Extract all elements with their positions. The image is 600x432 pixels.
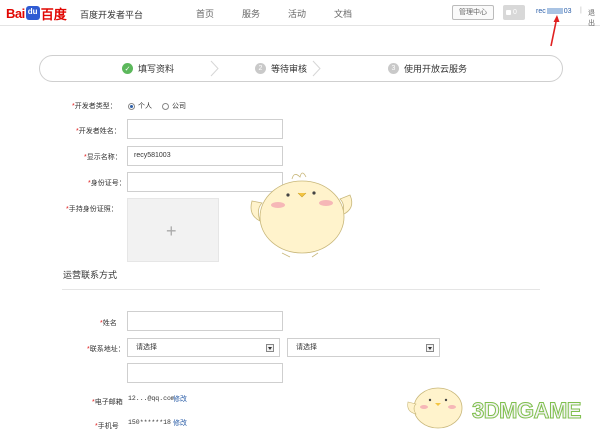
step-fill-info: ✓ 填写资料 [122, 56, 174, 81]
phone-label: *手机号 [95, 423, 119, 430]
edit-phone-link[interactable]: 修改 [173, 418, 187, 428]
watermark-text: 3DMGAME [472, 398, 582, 424]
section-divider [62, 289, 540, 290]
nav-item-services[interactable]: 服务 [242, 7, 260, 20]
chevron-right-icon [312, 60, 321, 77]
step-use-service: 3 使用开放云服务 [388, 56, 467, 81]
radio-individual[interactable]: 个人 [128, 101, 152, 111]
logo-text-bai: Bai [6, 5, 25, 21]
step-label: 填写资料 [138, 64, 175, 74]
platform-title: 百度开发者平台 [80, 10, 144, 20]
province-select[interactable]: 请选择 [127, 338, 280, 357]
progress-steps: ✓ 填写资料 2 等待审核 3 使用开放云服务 [39, 55, 563, 82]
developer-name-input[interactable] [127, 119, 283, 139]
check-icon: ✓ [122, 63, 133, 74]
developer-name-label: *开发者姓名： [76, 128, 121, 135]
step-label: 使用开放云服务 [404, 64, 468, 74]
baidu-logo[interactable]: Bai 百度 [6, 4, 67, 22]
step-number-3: 3 [388, 63, 399, 74]
header-separator: | [580, 7, 582, 14]
main-nav: 首页 服务 活动 文档 [196, 7, 380, 20]
paw-icon [25, 6, 40, 20]
logo-text-cn: 百度 [40, 6, 67, 22]
nav-item-home[interactable]: 首页 [196, 7, 214, 20]
id-photo-label: *手持身份证照： [66, 206, 118, 213]
phone-value: 150******18 [128, 419, 171, 426]
id-number-label: *身份证号： [88, 180, 126, 187]
message-count: 0 [513, 9, 517, 16]
chevron-right-icon [210, 60, 219, 77]
management-center-button[interactable]: 管理中心 [452, 5, 494, 20]
address-detail-input[interactable] [127, 363, 283, 383]
mascot-chick-image [250, 172, 353, 258]
logout-link[interactable]: 退出 [588, 8, 600, 28]
email-label: *电子邮箱 [92, 399, 123, 406]
dropdown-arrow-icon [266, 344, 274, 352]
display-name-input[interactable]: recy581003 [127, 146, 283, 166]
id-photo-upload[interactable]: + [127, 198, 219, 262]
message-badge[interactable]: 0 [503, 5, 525, 20]
radio-dot-selected [128, 102, 135, 110]
contact-section-title: 运营联系方式 [63, 270, 118, 280]
radio-company[interactable]: 公司 [162, 101, 186, 111]
dropdown-arrow-icon [426, 344, 434, 352]
radio-dot [162, 102, 169, 110]
top-header: Bai 百度 百度开发者平台 首页 服务 活动 文档 管理中心 0 rec03 … [0, 0, 600, 28]
contact-name-label: *姓名 [100, 320, 117, 327]
email-value: 12...@qq.com [128, 395, 175, 402]
step-label: 等待审核 [271, 64, 308, 74]
step-number-2: 2 [255, 63, 266, 74]
display-name-label: *显示名称： [84, 154, 122, 161]
contact-name-input[interactable] [127, 311, 283, 331]
message-icon [506, 9, 511, 15]
city-select[interactable]: 请选择 [287, 338, 440, 357]
step-await-review: 2 等待审核 [255, 56, 307, 81]
annotation-arrow [550, 15, 560, 47]
developer-type-label: *开发者类型： [72, 103, 117, 110]
nav-item-docs[interactable]: 文档 [334, 7, 352, 20]
address-label: *联系地址： [87, 346, 125, 353]
watermark-chick-image [407, 387, 463, 429]
edit-email-link[interactable]: 修改 [173, 394, 187, 404]
nav-item-events[interactable]: 活动 [288, 7, 306, 20]
plus-icon: + [166, 221, 177, 241]
